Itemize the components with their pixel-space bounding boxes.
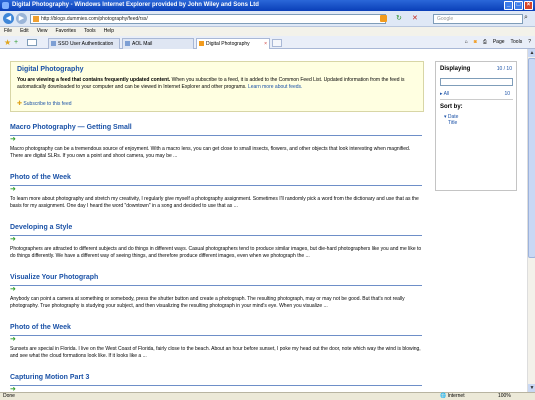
window-title: Digital Photography - Windows Internet E… — [12, 2, 259, 8]
scroll-up-icon[interactable]: ▲ — [528, 49, 535, 57]
post-title-link[interactable]: Visualize Your Photograph — [10, 274, 422, 285]
rss-feed-icon[interactable] — [380, 15, 387, 22]
menu-favorites[interactable]: Favorites — [55, 27, 76, 36]
feed-item: Macro Photography — Getting Small ➜ Macr… — [10, 124, 422, 160]
vertical-scrollbar[interactable]: ▲ ▼ — [527, 49, 535, 392]
status-text: Done — [3, 393, 15, 399]
new-tab-button[interactable] — [272, 39, 282, 47]
refresh-icon[interactable]: ↻ — [396, 14, 402, 22]
forward-icon[interactable]: ▶ — [16, 13, 27, 24]
scroll-thumb[interactable] — [528, 58, 535, 258]
displaying-count: 10 / 10 — [496, 66, 512, 72]
quick-tabs-icon[interactable] — [27, 39, 37, 46]
feed-side-panel: Displaying 10 / 10 ▸ All 10 Sort by: ▾ D… — [435, 61, 517, 191]
tab-aol-mail[interactable]: AOL Mail — [122, 38, 194, 49]
search-placeholder: Google — [437, 16, 454, 22]
subscribe-star-icon: ✚ — [17, 101, 23, 107]
stop-icon[interactable]: ✕ — [412, 14, 418, 22]
post-title-link[interactable]: Capturing Motion Part 3 — [10, 374, 422, 385]
subscribe-link[interactable]: ✚ Subscribe to this feed — [17, 100, 72, 107]
post-arrow-icon[interactable]: ➜ — [10, 286, 422, 296]
post-title-link[interactable]: Photo of the Week — [10, 324, 422, 335]
post-title-link[interactable]: Macro Photography — Getting Small — [10, 124, 422, 135]
tab-label: Digital Photography — [206, 41, 250, 47]
menu-edit[interactable]: Edit — [20, 27, 29, 36]
print-icon[interactable]: ⎙ — [483, 38, 487, 47]
command-bar: ⌂ ◙ ⎙ Page Tools ? — [465, 38, 531, 47]
close-tab-icon[interactable]: × — [264, 39, 267, 49]
feeds-icon[interactable]: ◙ — [474, 38, 477, 47]
feed-title: Digital Photography — [17, 66, 84, 73]
home-icon[interactable]: ⌂ — [465, 38, 468, 47]
post-excerpt: To learn more about photography and stre… — [10, 196, 419, 209]
feed-content: Digital Photography You are viewing a fe… — [0, 49, 527, 392]
feed-filter-input[interactable] — [440, 78, 513, 86]
feed-info-box: Digital Photography You are viewing a fe… — [10, 61, 424, 112]
post-title-link[interactable]: Photo of the Week — [10, 174, 422, 185]
learn-more-link[interactable]: Learn more about feeds. — [248, 84, 302, 90]
side-divider — [440, 99, 513, 100]
tab-digital-photography[interactable]: Digital Photography × — [196, 38, 270, 49]
post-arrow-icon[interactable]: ➜ — [10, 236, 422, 246]
url-field[interactable]: http://blogs.dummies.com/photography/fee… — [30, 14, 386, 24]
tab-label: SSO User Authentication — [58, 41, 114, 47]
filter-all-count: 10 — [504, 91, 510, 97]
tab-feed-icon — [199, 41, 204, 46]
filter-all-link[interactable]: ▸ All — [440, 91, 449, 97]
post-excerpt: Sunsets are special in Florida. I live o… — [10, 346, 421, 359]
tools-menu[interactable]: Tools — [511, 38, 523, 47]
status-bar: Done 🌐 Internet 100% — [0, 392, 535, 400]
page-icon — [33, 16, 39, 22]
post-arrow-icon[interactable]: ➜ — [10, 186, 422, 196]
feed-notice-bold: You are viewing a feed that contains fre… — [17, 77, 171, 83]
sort-by-label: Sort by: — [440, 104, 463, 110]
zoom-level[interactable]: 100% — [498, 393, 511, 400]
menu-bar: File Edit View Favorites Tools Help — [0, 27, 535, 36]
tab-sso-user-authentication[interactable]: SSO User Authentication — [48, 38, 120, 49]
tab-label: AOL Mail — [132, 41, 153, 47]
page-menu[interactable]: Page — [493, 38, 505, 47]
post-excerpt: Photographers are attracted to different… — [10, 246, 422, 259]
post-arrow-icon[interactable]: ➜ — [10, 336, 422, 346]
back-icon[interactable]: ◀ — [3, 13, 14, 24]
feed-item: Photo of the Week ➜ To learn more about … — [10, 174, 422, 210]
feed-item: Capturing Motion Part 3 ➜ — [10, 374, 422, 392]
feed-item: Visualize Your Photograph ➜ Anybody can … — [10, 274, 422, 310]
displaying-label: Displaying — [440, 66, 471, 72]
close-button[interactable]: × — [524, 1, 533, 10]
post-excerpt: Macro photography can be a tremendous so… — [10, 146, 411, 159]
post-arrow-icon[interactable]: ➜ — [10, 136, 422, 146]
ie-icon — [2, 2, 9, 9]
add-favorite-icon[interactable]: + — [14, 39, 18, 46]
feed-item: Photo of the Week ➜ Sunsets are special … — [10, 324, 422, 360]
feed-description: You are viewing a feed that contains fre… — [17, 77, 417, 91]
minimize-button[interactable]: _ — [504, 1, 513, 10]
post-title-link[interactable]: Developing a Style — [10, 224, 422, 235]
search-icon[interactable]: ⌕ — [524, 14, 528, 22]
tab-bar: ★ + SSO User Authentication AOL Mail Dig… — [0, 36, 535, 49]
menu-help[interactable]: Help — [104, 27, 114, 36]
menu-tools[interactable]: Tools — [84, 27, 96, 36]
favorites-star-icon[interactable]: ★ — [4, 38, 11, 47]
security-zone: 🌐 Internet — [440, 393, 465, 399]
address-bar: ◀ ▶ http://blogs.dummies.com/photography… — [0, 11, 535, 27]
menu-view[interactable]: View — [37, 27, 48, 36]
zone-label: Internet — [447, 393, 465, 399]
post-excerpt: Anybody can point a camera at something … — [10, 296, 405, 309]
subscribe-label: Subscribe to this feed — [23, 101, 72, 107]
url-text: http://blogs.dummies.com/photography/fee… — [41, 16, 148, 22]
tab-page-icon — [125, 41, 130, 46]
tab-page-icon — [51, 41, 56, 46]
scroll-down-icon[interactable]: ▼ — [528, 384, 535, 392]
filter-all-label: All — [443, 91, 450, 97]
search-input[interactable]: Google — [433, 14, 523, 24]
maximize-button[interactable]: □ — [514, 1, 523, 10]
window-titlebar: Digital Photography - Windows Internet E… — [0, 0, 535, 11]
feed-item: Developing a Style ➜ Photographers are a… — [10, 224, 422, 260]
help-icon[interactable]: ? — [528, 38, 531, 47]
sort-title-link[interactable]: Title — [448, 120, 457, 126]
menu-file[interactable]: File — [4, 27, 12, 36]
